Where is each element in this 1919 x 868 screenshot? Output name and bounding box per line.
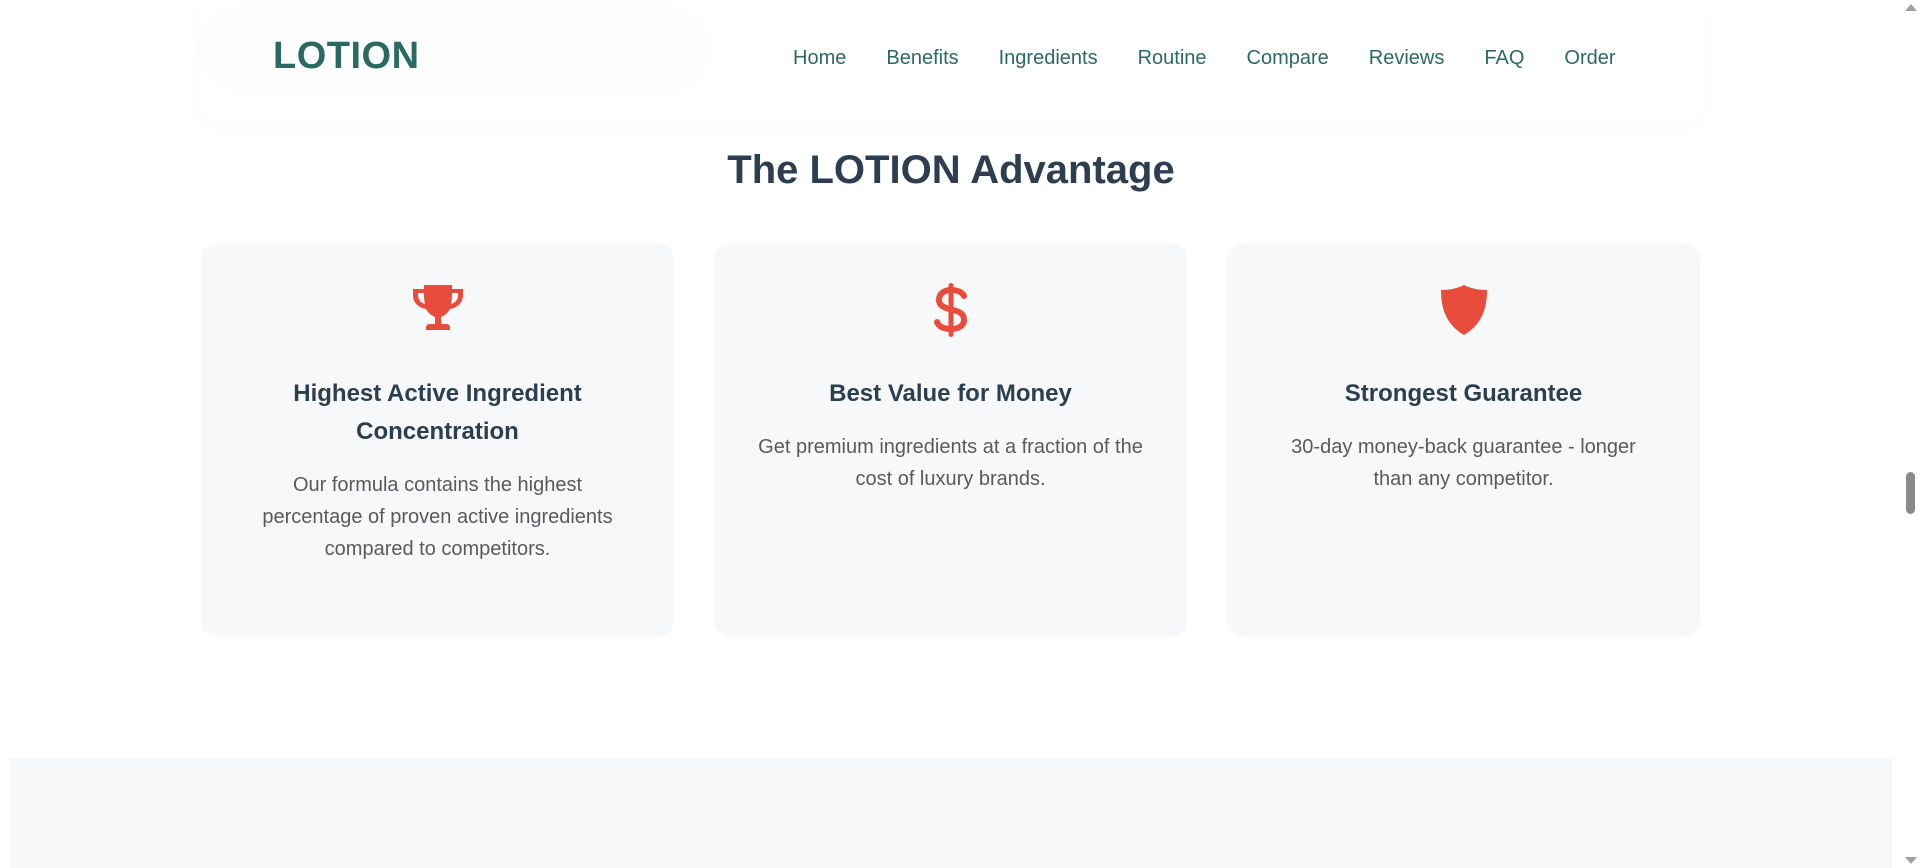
card-text: Our formula contains the highest percent… xyxy=(262,474,613,560)
card-title: Highest Active Ingredient Concentration xyxy=(293,380,582,445)
advantage-card: Highest Active Ingredient Concentration … xyxy=(201,243,674,637)
nav-reviews[interactable]: Reviews xyxy=(1369,44,1445,72)
scroll-up-icon[interactable] xyxy=(1905,4,1917,11)
nav-ingredients[interactable]: Ingredients xyxy=(999,44,1098,72)
card-title: Strongest Guarantee xyxy=(1344,380,1583,407)
card-text: Get premium ingredients at a fraction of… xyxy=(758,436,1143,490)
main-nav: Home Benefits Ingredients Routine Compar… xyxy=(793,44,1616,72)
shield-icon xyxy=(1440,285,1487,335)
section-title: The LOTION Advantage xyxy=(727,148,1175,192)
nav-routine[interactable]: Routine xyxy=(1138,44,1207,72)
nav-compare[interactable]: Compare xyxy=(1247,44,1329,72)
advantage-card: Best Value for Money Get premium ingredi… xyxy=(714,243,1187,637)
scroll-down-icon[interactable] xyxy=(1905,857,1917,864)
dollar-icon xyxy=(933,283,967,337)
nav-order[interactable]: Order xyxy=(1564,44,1615,72)
vertical-scrollbar[interactable] xyxy=(1902,0,1919,868)
advantage-card: Strongest Guarantee 30-day money-back gu… xyxy=(1227,243,1700,637)
logo[interactable]: LOTION xyxy=(273,34,420,78)
nav-faq[interactable]: FAQ xyxy=(1484,44,1524,72)
advantage-cards: Highest Active Ingredient Concentration … xyxy=(201,243,1700,637)
nav-home[interactable]: Home xyxy=(793,44,846,72)
scroll-thumb[interactable] xyxy=(1906,472,1915,514)
page: LOTION Home Benefits Ingredients Routine… xyxy=(0,0,1919,868)
trophy-icon xyxy=(412,285,463,330)
card-text: 30-day money-back guarantee - longer tha… xyxy=(1291,436,1636,490)
next-section xyxy=(10,758,1892,868)
card-title: Best Value for Money xyxy=(829,380,1072,407)
nav-benefits[interactable]: Benefits xyxy=(886,44,958,72)
